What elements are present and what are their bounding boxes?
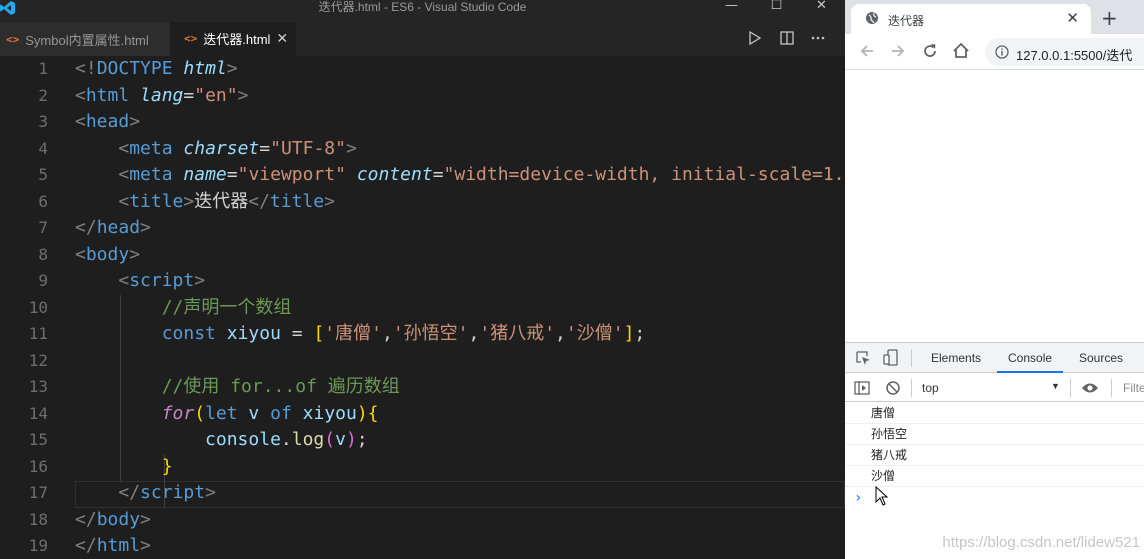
line-number: 15 xyxy=(28,430,48,449)
maximize-button[interactable]: ☐ xyxy=(754,0,799,14)
forward-icon[interactable] xyxy=(888,41,908,61)
code-line: 6 <title>迭代器</title> xyxy=(0,189,845,216)
line-number: 7 xyxy=(38,218,48,237)
url-text: 127.0.0.1:5500/迭代 xyxy=(1016,48,1133,63)
tab-close-icon[interactable]: ✕ xyxy=(276,30,288,47)
show-sidebar-icon[interactable] xyxy=(854,380,870,396)
tab-iterator-html[interactable]: <> 迭代器.html ✕ xyxy=(170,22,296,56)
code-line: 2 <html lang="en"> xyxy=(0,83,845,110)
code-line: 8 <body> xyxy=(0,242,845,269)
code-line: 18 </body> xyxy=(0,507,845,534)
tab-label: 迭代器.html xyxy=(203,32,271,47)
html-file-icon: <> xyxy=(184,32,198,45)
line-number: 5 xyxy=(38,165,48,184)
line-number: 3 xyxy=(38,112,48,131)
toolbar-divider xyxy=(1070,379,1071,397)
globe-icon xyxy=(866,12,878,24)
minimize-button[interactable]: — xyxy=(709,0,754,14)
editor-tab-bar: <> Symbol内置属性.html <> 迭代器.html ✕ xyxy=(0,22,845,56)
tab-elements[interactable]: Elements xyxy=(931,351,981,365)
code-line: 1 <!DOCTYPE html> xyxy=(0,56,845,83)
split-editor-icon[interactable] xyxy=(780,31,794,45)
devtools-tab-bar: Elements Console Sources xyxy=(845,343,1144,373)
code-line: 4 <meta charset="UTF-8"> xyxy=(0,136,845,163)
code-editor[interactable]: 1 <!DOCTYPE html> 2 <html lang="en"> 3 <hea… xyxy=(0,56,845,559)
code-line: 9 <script> xyxy=(0,268,845,295)
console-log-line: 猪八戒 xyxy=(845,445,1144,466)
clear-console-icon[interactable] xyxy=(885,380,901,396)
address-bar[interactable]: 127.0.0.1:5500/迭代 xyxy=(985,38,1144,66)
console-log-line: 沙僧 xyxy=(845,466,1144,487)
console-prompt[interactable]: › xyxy=(854,490,862,506)
line-number: 14 xyxy=(28,403,48,423)
toolbar-divider xyxy=(1111,379,1112,397)
line-number: 18 xyxy=(28,509,48,529)
toolbar-divider xyxy=(911,349,912,367)
code-line: 7 </head> xyxy=(0,215,845,242)
context-selector[interactable]: top xyxy=(922,381,939,395)
toolbar-divider xyxy=(911,379,912,397)
code-line: 19 </html> xyxy=(0,533,845,559)
close-window-button[interactable]: ✕ xyxy=(799,0,844,14)
tab-symbol-html[interactable]: <> Symbol内置属性.html xyxy=(0,22,170,56)
console-output: 唐僧 孙悟空 猪八戒 沙僧 xyxy=(845,403,1144,487)
devtools-panel: Elements Console Sources top ▼ Filte 唐僧 … xyxy=(845,342,1144,559)
run-icon[interactable] xyxy=(748,31,762,45)
line-number: 11 xyxy=(28,324,48,343)
browser-window: 迭代器 ✕ + 127.0.0.1:5500/迭代 Elements Conso… xyxy=(845,0,1144,559)
title-bar: 迭代器.html - ES6 - Visual Studio Code — ☐ … xyxy=(0,0,845,22)
tab-label: Symbol内置属性.html xyxy=(25,32,149,48)
vscode-window: 迭代器.html - ES6 - Visual Studio Code — ☐ … xyxy=(0,0,845,559)
line-number: 2 xyxy=(38,85,48,105)
tab-console[interactable]: Console xyxy=(1008,351,1052,365)
home-icon[interactable] xyxy=(951,41,971,61)
html-file-icon: <> xyxy=(6,32,20,46)
eye-icon[interactable] xyxy=(1081,381,1099,395)
console-log-line: 孙悟空 xyxy=(845,424,1144,445)
code-line: 15 console.log(v); xyxy=(0,427,845,454)
line-number: 16 xyxy=(28,456,48,476)
browser-tab[interactable]: 迭代器 ✕ xyxy=(851,4,1091,34)
line-number: 17 xyxy=(28,483,48,502)
watermark: https://blog.csdn.net/lidew521 xyxy=(942,534,1140,551)
tab-sources[interactable]: Sources xyxy=(1079,351,1123,365)
code-line: 12 xyxy=(0,348,845,375)
back-icon[interactable] xyxy=(857,41,877,61)
more-actions-icon[interactable] xyxy=(811,36,825,40)
mouse-cursor-icon xyxy=(875,486,889,506)
line-number: 13 xyxy=(28,377,48,396)
code-line: 17 </script> xyxy=(0,480,845,507)
reload-icon[interactable] xyxy=(920,41,940,61)
line-number: 19 xyxy=(28,536,48,555)
close-tab-icon[interactable]: ✕ xyxy=(1066,9,1079,27)
line-number: 9 xyxy=(38,271,48,290)
line-number: 8 xyxy=(38,244,48,264)
browser-toolbar: 127.0.0.1:5500/迭代 xyxy=(845,34,1144,70)
browser-tab-strip: 迭代器 ✕ + xyxy=(845,0,1144,34)
code-line: 13 //使用 for...of 遍历数组 xyxy=(0,374,845,401)
device-toolbar-icon[interactable] xyxy=(883,349,899,367)
new-tab-button[interactable]: + xyxy=(1101,6,1118,30)
line-number: 4 xyxy=(38,138,48,158)
browser-tab-title: 迭代器 xyxy=(888,14,925,28)
console-toolbar: top ▼ Filte xyxy=(845,374,1144,402)
code-line: 5 <meta name="viewport" content="width=d… xyxy=(0,162,845,189)
code-line: 3 <head> xyxy=(0,109,845,136)
code-line: 14 for(let v of xiyou){ xyxy=(0,401,845,428)
code-line: 16 } xyxy=(0,454,845,481)
code-line: 11 const xiyou = ['唐僧','孙悟空','猪八戒','沙僧']… xyxy=(0,321,845,348)
filter-input[interactable]: Filte xyxy=(1123,381,1144,395)
info-icon[interactable] xyxy=(995,45,1009,59)
active-tab-indicator xyxy=(997,371,1063,373)
line-number: 1 xyxy=(38,59,48,78)
console-log-line: 唐僧 xyxy=(845,403,1144,424)
code-line: 10 //声明一个数组 xyxy=(0,295,845,322)
line-number: 10 xyxy=(28,297,48,317)
line-number: 12 xyxy=(28,350,48,370)
inspect-element-icon[interactable] xyxy=(855,350,871,366)
line-number: 6 xyxy=(38,191,48,211)
chevron-down-icon[interactable]: ▼ xyxy=(1051,381,1060,391)
